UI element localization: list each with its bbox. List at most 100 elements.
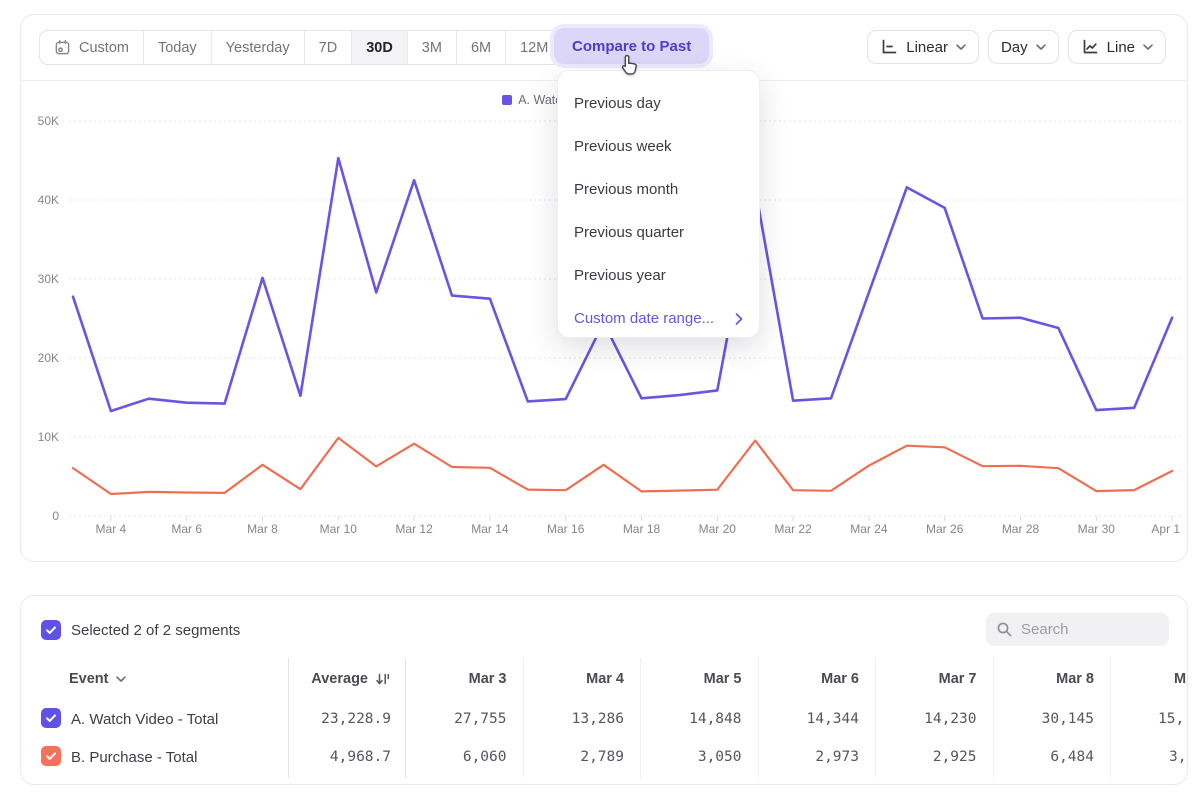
column-header-clipped[interactable]: M xyxy=(1174,671,1186,687)
value-cell: 14,848 xyxy=(640,711,742,727)
range-label: 7D xyxy=(319,40,338,56)
interval-button-label: Day xyxy=(1001,39,1028,56)
menu-item-previous-week[interactable]: Previous week xyxy=(558,125,759,168)
search-input[interactable] xyxy=(1021,621,1151,638)
column-header-mar-7[interactable]: Mar 7 xyxy=(875,671,993,687)
average-header-label: Average xyxy=(311,671,368,687)
search-box[interactable] xyxy=(986,613,1169,646)
value-cell: 14,230 xyxy=(875,711,977,727)
range-label: Today xyxy=(158,40,197,56)
linear-axis-icon xyxy=(880,38,898,56)
x-tick-label: Mar 8 xyxy=(247,522,278,536)
y-tick-label: 10K xyxy=(38,430,59,444)
chart-type-button[interactable]: Line xyxy=(1068,30,1166,64)
menu-item-previous-quarter[interactable]: Previous quarter xyxy=(558,211,759,254)
y-tick-label: 30K xyxy=(38,272,59,286)
y-tick-label: 50K xyxy=(38,114,59,128)
chevron-down-icon xyxy=(956,44,966,51)
range-today[interactable]: Today xyxy=(144,31,212,64)
table-row-b-purchase-total[interactable]: B. Purchase - Total 4,968.7 6,060 2,789 3,05… xyxy=(21,740,1187,778)
sort-descending-icon xyxy=(375,672,391,687)
selected-segments-summary: Selected 2 of 2 segments xyxy=(71,622,240,639)
chevron-down-icon xyxy=(1036,44,1046,51)
column-header-mar-4[interactable]: Mar 4 xyxy=(523,671,641,687)
menu-item-previous-month[interactable]: Previous month xyxy=(558,168,759,211)
range-label: Yesterday xyxy=(226,40,290,56)
compare-to-past-button[interactable]: Compare to Past xyxy=(554,28,709,64)
x-tick-label: Mar 26 xyxy=(926,522,964,536)
value-cell: 6,060 xyxy=(405,749,507,765)
table-row-a-watch-video-total[interactable]: A. Watch Video - Total 23,228.9 27,755 13,2… xyxy=(21,702,1187,740)
column-header-event[interactable]: Event xyxy=(69,671,126,687)
value-cell: 6,484 xyxy=(993,749,1095,765)
x-tick-label: Mar 16 xyxy=(547,522,585,536)
interval-button[interactable]: Day xyxy=(988,30,1059,64)
range-custom[interactable]: Custom xyxy=(40,31,144,64)
series-line-b-purchase xyxy=(73,438,1172,494)
chart-controls: Linear Day Line xyxy=(867,30,1166,64)
range-label: 12M xyxy=(520,40,548,56)
column-header-mar-6[interactable]: Mar 6 xyxy=(758,671,876,687)
y-tick-label: 0 xyxy=(52,509,59,523)
chevron-down-icon xyxy=(1143,44,1153,51)
compare-to-past-menu: Previous dayPrevious weekPrevious monthP… xyxy=(557,70,760,338)
value-cell: 2,973 xyxy=(758,749,860,765)
menu-item-previous-year[interactable]: Previous year xyxy=(558,254,759,297)
segments-card: Selected 2 of 2 segments Event Average M… xyxy=(20,595,1188,785)
value-cell: 30,145 xyxy=(993,711,1095,727)
search-icon xyxy=(996,621,1013,638)
x-tick-label: Mar 24 xyxy=(850,522,888,536)
select-all-checkbox[interactable] xyxy=(41,620,61,640)
x-tick-label: Apr 1 xyxy=(1151,522,1180,536)
average-value: 23,228.9 xyxy=(288,711,391,727)
value-cell: 27,755 xyxy=(405,711,507,727)
chevron-right-icon xyxy=(735,313,743,325)
scale-button-label: Linear xyxy=(906,39,948,56)
range-30d[interactable]: 30D xyxy=(352,31,408,64)
menu-item-custom-date-range[interactable]: Custom date range... xyxy=(558,297,759,340)
chart-type-button-label: Line xyxy=(1107,39,1135,56)
event-name: A. Watch Video - Total xyxy=(71,711,218,728)
x-tick-label: Mar 6 xyxy=(171,522,202,536)
x-tick-label: Mar 10 xyxy=(320,522,358,536)
x-tick-label: Mar 20 xyxy=(699,522,737,536)
range-yesterday[interactable]: Yesterday xyxy=(212,31,305,64)
line-chart-icon xyxy=(1081,38,1099,56)
column-header-mar-5[interactable]: Mar 5 xyxy=(640,671,758,687)
row-checkbox[interactable] xyxy=(41,746,61,766)
chevron-down-icon xyxy=(116,676,126,683)
row-checkbox[interactable] xyxy=(41,708,61,728)
range-label: 30D xyxy=(366,40,393,56)
custom-date-range-label: Custom date range... xyxy=(574,310,714,327)
x-tick-label: Mar 22 xyxy=(774,522,812,536)
event-header-label: Event xyxy=(69,671,109,687)
calendar-icon xyxy=(54,39,71,56)
column-header-mar-8[interactable]: Mar 8 xyxy=(993,671,1111,687)
x-tick-label: Mar 28 xyxy=(1002,522,1040,536)
value-cell: 14,344 xyxy=(758,711,860,727)
scale-button[interactable]: Linear xyxy=(867,30,979,64)
event-name: B. Purchase - Total xyxy=(71,749,197,766)
value-cell-clipped: 15, xyxy=(1158,711,1184,727)
menu-item-previous-day[interactable]: Previous day xyxy=(558,82,759,125)
value-cell-clipped: 3, xyxy=(1169,749,1186,765)
column-header-average[interactable]: Average xyxy=(288,671,391,687)
range-3m[interactable]: 3M xyxy=(408,31,457,64)
date-range-control: Custom Today Yesterday 7D 30D 3M 6M 12M xyxy=(39,30,563,65)
range-label: Custom xyxy=(79,40,129,56)
x-tick-label: Mar 18 xyxy=(623,522,661,536)
range-label: 6M xyxy=(471,40,491,56)
range-7d[interactable]: 7D xyxy=(305,31,353,64)
value-cell: 2,789 xyxy=(523,749,625,765)
range-label: 3M xyxy=(422,40,442,56)
average-value: 4,968.7 xyxy=(288,749,391,765)
range-6m[interactable]: 6M xyxy=(457,31,506,64)
value-cell: 3,050 xyxy=(640,749,742,765)
y-tick-label: 20K xyxy=(38,351,59,365)
x-tick-label: Mar 14 xyxy=(471,522,509,536)
x-tick-label: Mar 4 xyxy=(96,522,127,536)
value-cell: 13,286 xyxy=(523,711,625,727)
x-tick-label: Mar 30 xyxy=(1078,522,1116,536)
column-header-mar-3[interactable]: Mar 3 xyxy=(405,671,523,687)
y-tick-label: 40K xyxy=(38,193,59,207)
